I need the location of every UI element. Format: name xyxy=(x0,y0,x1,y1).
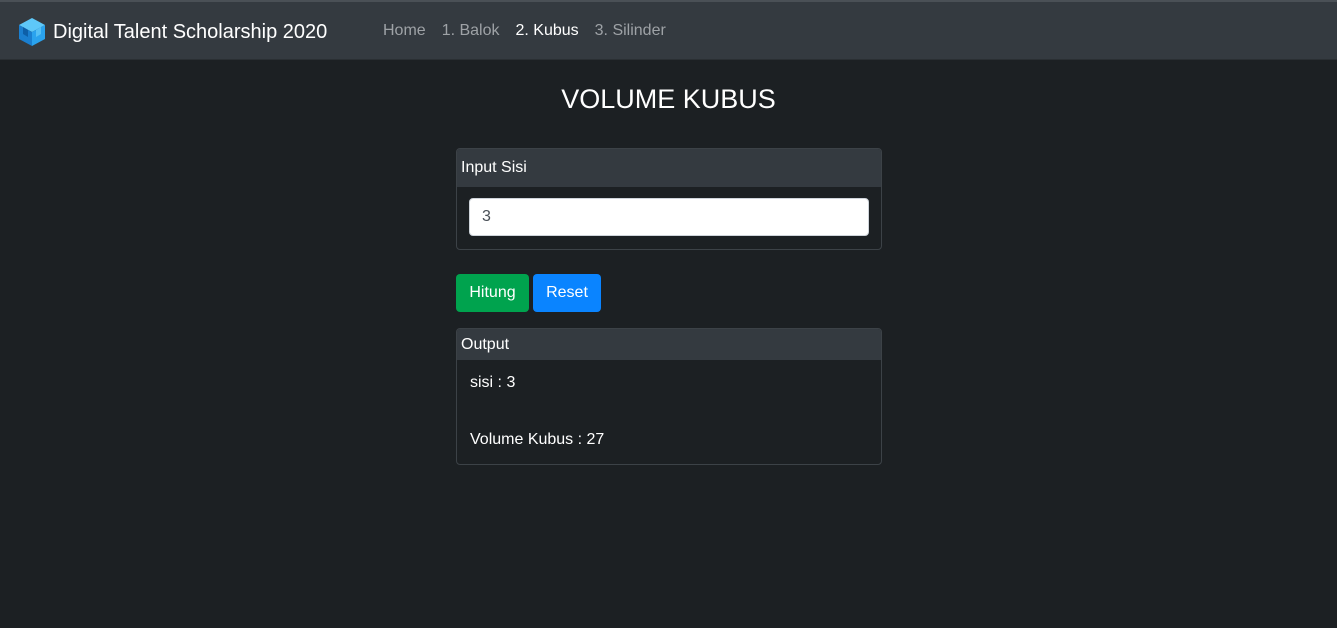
nav-link-home[interactable]: Home xyxy=(383,22,426,40)
output-card-header: Output xyxy=(457,329,881,360)
output-card: Output sisi : 3 Volume Kubus : 27 xyxy=(456,328,882,465)
hitung-button[interactable]: Hitung xyxy=(456,274,529,312)
cube-logo-icon xyxy=(19,18,45,46)
nav-link-silinder[interactable]: 3. Silinder xyxy=(595,22,666,40)
sisi-input[interactable] xyxy=(469,198,869,236)
brand[interactable]: Digital Talent Scholarship 2020 xyxy=(18,16,327,48)
output-sisi: sisi : 3 xyxy=(470,374,516,391)
input-card-header: Input Sisi xyxy=(457,149,881,187)
nav-links: Home 1. Balok 2. Kubus 3. Silinder xyxy=(383,22,682,40)
input-card: Input Sisi xyxy=(456,148,882,250)
reset-button[interactable]: Reset xyxy=(533,274,601,312)
input-wrap xyxy=(457,187,881,247)
page-title: VOLUME KUBUS xyxy=(561,84,776,114)
nav-link-kubus[interactable]: 2. Kubus xyxy=(516,22,579,40)
nav-link-balok[interactable]: 1. Balok xyxy=(442,22,500,40)
brand-title: Digital Talent Scholarship 2020 xyxy=(53,20,328,43)
navbar: Digital Talent Scholarship 2020 Home 1. … xyxy=(0,0,1337,60)
output-volume: Volume Kubus : 27 xyxy=(470,431,605,448)
